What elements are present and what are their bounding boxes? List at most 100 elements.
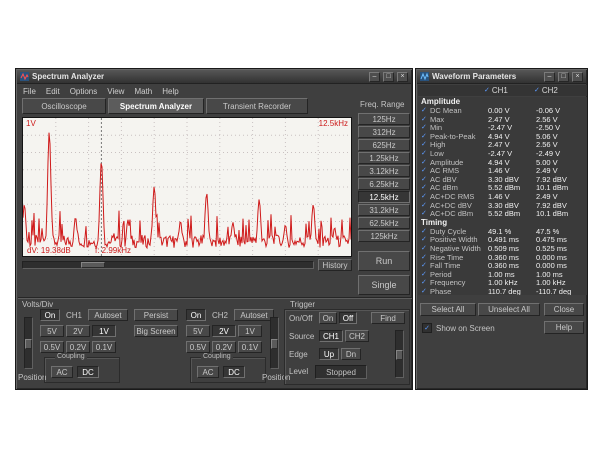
trigger-level-slider[interactable] [395, 330, 404, 378]
spectrum-plot[interactable]: 1V 12.5kHz dV: 19.38dB f: 2.99kHz [22, 117, 352, 257]
check-icon[interactable]: ✓ [421, 167, 430, 174]
ch2-ac-button[interactable]: AC [197, 366, 219, 378]
ch2-5v-button[interactable]: 5V [186, 325, 210, 337]
check-icon[interactable]: ✓ [421, 150, 430, 157]
run-button[interactable]: Run [358, 251, 410, 271]
param-row[interactable]: ✓AC+DC dBV3.30 dBV7.92 dBV [421, 201, 587, 210]
ch2-autoset-button[interactable]: Autoset [234, 309, 274, 321]
waveform-window-titlebar[interactable]: Waveform Parameters – □ × [417, 70, 586, 84]
close-icon[interactable]: × [572, 72, 583, 82]
close-icon[interactable]: × [397, 72, 408, 82]
freq-range-3.12khz[interactable]: 3.12kHz [358, 165, 410, 177]
trigger-edge-dn-button[interactable]: Dn [341, 348, 361, 360]
ch1-position-slider[interactable] [24, 317, 33, 369]
ch2-1v-button[interactable]: 1V [238, 325, 262, 337]
check-icon[interactable]: ✓ [421, 159, 430, 166]
maximize-icon[interactable]: □ [558, 72, 569, 82]
menu-item-math[interactable]: Math [134, 87, 152, 96]
check-icon[interactable]: ✓ [421, 133, 430, 140]
check-icon[interactable]: ✓ [421, 288, 430, 295]
check-icon[interactable]: ✓ [421, 271, 430, 278]
param-row[interactable]: ✓Max2.47 V2.56 V [421, 115, 587, 124]
check-icon[interactable]: ✓ [421, 141, 430, 148]
ch2-0.1v-button[interactable]: 0.1V [238, 341, 262, 353]
check-icon[interactable]: ✓ [421, 210, 430, 217]
trigger-edge-up-button[interactable]: Up [319, 348, 339, 360]
ch2-0.5v-button[interactable]: 0.5V [186, 341, 210, 353]
param-row[interactable]: ✓High2.47 V2.56 V [421, 140, 587, 149]
menu-item-edit[interactable]: Edit [46, 87, 60, 96]
check-icon[interactable]: ✓ [421, 202, 430, 209]
freq-range-125khz[interactable]: 125kHz [358, 230, 410, 242]
param-row[interactable]: ✓Period1.00 ms1.00 ms [421, 270, 587, 279]
freq-range-1.25khz[interactable]: 1.25kHz [358, 152, 410, 164]
ch2-2v-button[interactable]: 2V [212, 325, 236, 337]
menu-item-options[interactable]: Options [70, 87, 98, 96]
close-button[interactable]: Close [544, 303, 584, 316]
ch2-on-button[interactable]: On [186, 309, 206, 321]
ch1-position-thumb[interactable] [25, 339, 32, 349]
param-row[interactable]: ✓Peak-to-Peak4.94 V5.06 V [421, 132, 587, 141]
ch1-dc-button[interactable]: DC [77, 366, 99, 378]
check-icon[interactable]: ✓ [421, 107, 430, 114]
ch1-autoset-button[interactable]: Autoset [88, 309, 128, 321]
maximize-icon[interactable]: □ [383, 72, 394, 82]
trigger-level-thumb[interactable] [396, 350, 403, 360]
param-row[interactable]: ✓Phase110.7 deg-110.7 deg [421, 287, 587, 295]
ch1-column-header[interactable]: ✓ CH1 [484, 86, 534, 95]
param-row[interactable]: ✓DC Mean0.00 V-0.06 V [421, 106, 587, 115]
ch2-dc-button[interactable]: DC [223, 366, 245, 378]
param-row[interactable]: ✓Duty Cycle49.1 %47.5 % [421, 227, 587, 236]
unselect-all-button[interactable]: Unselect All [478, 303, 540, 316]
history-button[interactable]: History [318, 259, 352, 271]
help-button[interactable]: Help [544, 321, 584, 334]
minimize-icon[interactable]: – [544, 72, 555, 82]
persist-button[interactable]: Persist [134, 309, 178, 321]
freq-range-625hz[interactable]: 625Hz [358, 139, 410, 151]
trigger-on-button[interactable]: On [319, 312, 337, 324]
menu-item-file[interactable]: File [23, 87, 36, 96]
freq-range-62.5khz[interactable]: 62.5kHz [358, 217, 410, 229]
param-row[interactable]: ✓Positive Width0.491 ms0.475 ms [421, 235, 587, 244]
param-row[interactable]: ✓AC RMS1.46 V2.49 V [421, 166, 587, 175]
ch1-0.1v-button[interactable]: 0.1V [92, 341, 116, 353]
single-button[interactable]: Single [358, 275, 410, 295]
check-icon[interactable]: ✓ [421, 279, 430, 286]
check-icon[interactable]: ✓ [484, 87, 490, 94]
freq-range-6.25khz[interactable]: 6.25kHz [358, 178, 410, 190]
check-icon[interactable]: ✓ [421, 236, 430, 243]
param-row[interactable]: ✓Fall Time0.360 ms0.000 ms [421, 261, 587, 270]
ch1-1v-button[interactable]: 1V [92, 325, 116, 337]
param-row[interactable]: ✓Amplitude4.94 V5.00 V [421, 158, 587, 167]
check-icon[interactable]: ✓ [421, 184, 430, 191]
show-on-screen-checkbox[interactable]: ✓ [422, 323, 432, 333]
ch2-position-thumb[interactable] [271, 339, 278, 349]
ch2-0.2v-button[interactable]: 0.2V [212, 341, 236, 353]
ch1-2v-button[interactable]: 2V [66, 325, 90, 337]
check-icon[interactable]: ✓ [421, 124, 430, 131]
param-row[interactable]: ✓AC dBm5.52 dBm10.1 dBm [421, 183, 587, 192]
param-row[interactable]: ✓Low-2.47 V-2.49 V [421, 149, 587, 158]
trigger-source-ch2-button[interactable]: CH2 [345, 330, 369, 342]
ch2-position-slider[interactable] [270, 317, 279, 369]
param-row[interactable]: ✓Min-2.47 V-2.50 V [421, 123, 587, 132]
freq-range-12.5khz[interactable]: 12.5kHz [358, 191, 410, 203]
menu-item-help[interactable]: Help [162, 87, 178, 96]
ch1-ac-button[interactable]: AC [51, 366, 73, 378]
plot-scroll-thumb[interactable] [81, 262, 105, 268]
select-all-button[interactable]: Select All [420, 303, 476, 316]
param-row[interactable]: ✓Frequency1.00 kHz1.00 kHz [421, 278, 587, 287]
ch2-column-header[interactable]: ✓ CH2 [534, 86, 584, 95]
check-icon[interactable]: ✓ [534, 87, 540, 94]
plot-scroll-slider[interactable] [22, 261, 314, 269]
trigger-find-button[interactable]: Find [371, 312, 405, 324]
minimize-icon[interactable]: – [369, 72, 380, 82]
tab-oscilloscope[interactable]: Oscilloscope [22, 98, 106, 114]
tab-spectrum-analyzer[interactable]: Spectrum Analyzer [108, 98, 204, 114]
check-icon[interactable]: ✓ [421, 193, 430, 200]
param-row[interactable]: ✓Negative Width0.509 ms0.525 ms [421, 244, 587, 253]
ch1-on-button[interactable]: On [40, 309, 60, 321]
param-row[interactable]: ✓AC dBV3.30 dBV7.92 dBV [421, 175, 587, 184]
param-row[interactable]: ✓AC+DC dBm5.52 dBm10.1 dBm [421, 209, 587, 218]
spectrum-window-titlebar[interactable]: Spectrum Analyzer – □ × [17, 70, 411, 84]
